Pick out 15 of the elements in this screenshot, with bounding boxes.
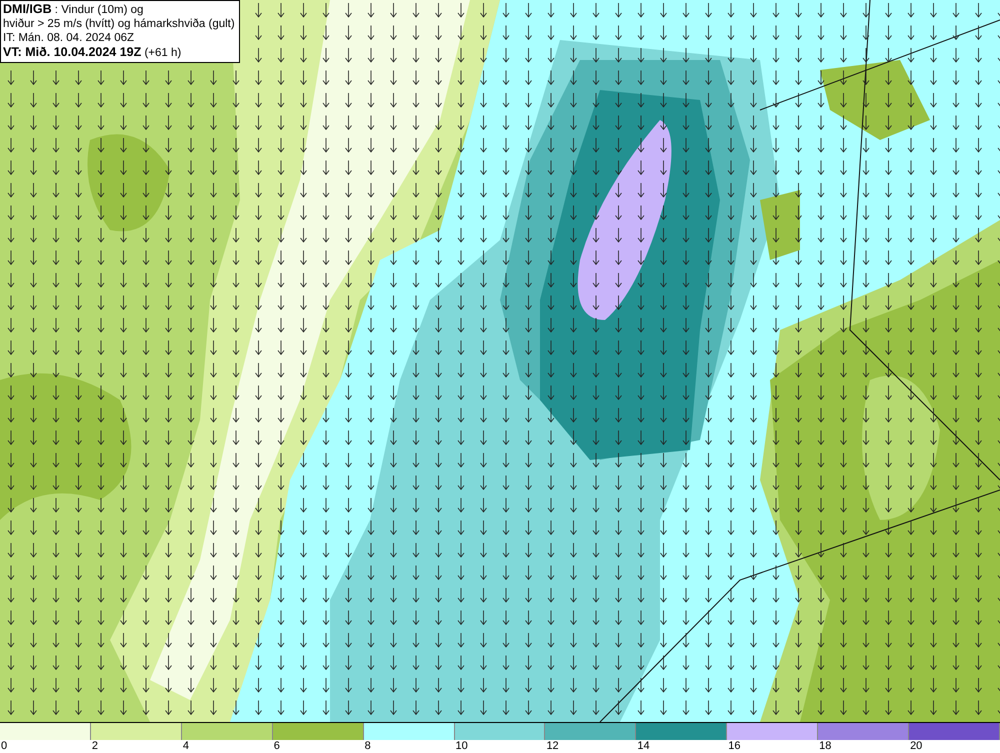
map-title-line: hviður > 25 m/s (hvítt) og hámarkshviða (gult) bbox=[3, 17, 235, 31]
map-title-line: IT: Mán. 08. 04. 2024 06Z bbox=[3, 31, 136, 45]
legend-tick-label: 20 bbox=[909, 740, 924, 753]
legend-tick-label: 18 bbox=[818, 740, 832, 753]
legend-tick-label: 2 bbox=[90, 740, 100, 753]
map-title-line: DMI/IGB : Vindur (10m) og bbox=[3, 2, 144, 17]
legend-tick-label: 4 bbox=[182, 740, 190, 753]
legend-tick-label: 0 bbox=[0, 740, 8, 753]
map-title-line: VT: Mið. 10.04.2024 19Z (+61 h) bbox=[3, 45, 182, 60]
legend-tick-label: 6 bbox=[272, 740, 281, 753]
legend-tick-label: 16 bbox=[727, 740, 742, 753]
legend-tick-label: 8 bbox=[364, 740, 372, 753]
legend-tick-label: 12 bbox=[545, 740, 560, 753]
legend-tick-label: 10 bbox=[454, 740, 469, 753]
legend-tick-label: 14 bbox=[636, 740, 651, 753]
